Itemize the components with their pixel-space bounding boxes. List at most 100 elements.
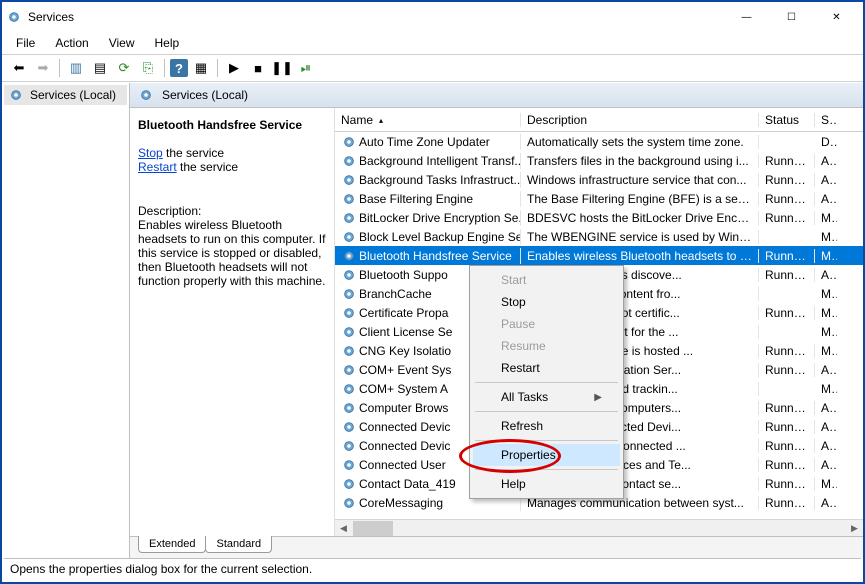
tab-standard[interactable]: Standard xyxy=(205,536,272,553)
menu-bar: File Action View Help xyxy=(2,32,863,54)
gear-icon xyxy=(138,87,154,103)
list-header: Name▴ Description Status Sta xyxy=(335,108,863,132)
service-name-cell: Block Level Backup Engine Se... xyxy=(359,230,521,244)
service-row[interactable]: Background Tasks Infrastruct...Windows i… xyxy=(335,170,863,189)
gear-icon xyxy=(341,134,357,150)
column-startup[interactable]: Sta xyxy=(815,113,837,127)
service-startup-cell: Au xyxy=(815,154,837,168)
pause-service-toolbar[interactable]: ❚❚ xyxy=(271,57,293,79)
horizontal-scrollbar[interactable]: ◀ ▶ xyxy=(335,519,863,536)
console-tree: Services (Local) xyxy=(2,83,130,558)
stop-service-toolbar[interactable]: ■ xyxy=(247,57,269,79)
gear-icon xyxy=(341,343,357,359)
stop-service-link[interactable]: Stop xyxy=(138,146,163,160)
refresh-toolbar-button[interactable]: ⟳ xyxy=(113,57,135,79)
menu-action[interactable]: Action xyxy=(47,34,96,52)
window-title: Services xyxy=(28,10,724,24)
service-row[interactable]: BitLocker Drive Encryption Se...BDESVC h… xyxy=(335,208,863,227)
gear-icon xyxy=(341,229,357,245)
service-name-cell: Background Intelligent Transf... xyxy=(359,154,521,168)
service-startup-cell: Di xyxy=(815,135,837,149)
ctx-start: Start xyxy=(473,269,620,291)
service-name-cell: CoreMessaging xyxy=(359,496,443,510)
service-name-cell: Auto Time Zone Updater xyxy=(359,135,490,149)
ctx-pause: Pause xyxy=(473,313,620,335)
help-topics-button[interactable]: ▦ xyxy=(190,57,212,79)
service-desc-cell: The Base Filtering Engine (BFE) is a ser… xyxy=(521,192,759,206)
back-button[interactable]: ⬅ xyxy=(8,57,30,79)
gear-icon xyxy=(341,210,357,226)
gear-icon xyxy=(341,267,357,283)
menu-file[interactable]: File xyxy=(8,34,43,52)
minimize-button[interactable]: — xyxy=(724,2,769,32)
service-startup-cell: Ma xyxy=(815,477,837,491)
export-list-button[interactable]: ⎘ xyxy=(137,57,159,79)
forward-button[interactable]: ➡ xyxy=(32,57,54,79)
service-startup-cell: Ma xyxy=(815,230,837,244)
ctx-help[interactable]: Help xyxy=(473,473,620,495)
service-name-cell: Client License Se xyxy=(359,325,452,339)
column-name[interactable]: Name▴ xyxy=(335,113,521,127)
service-name-cell: COM+ Event Sys xyxy=(359,363,451,377)
service-row[interactable]: Background Intelligent Transf...Transfer… xyxy=(335,151,863,170)
restart-suffix: the service xyxy=(177,160,238,174)
title-bar: Services — ☐ ✕ xyxy=(2,2,863,32)
context-menu: Start Stop Pause Resume Restart All Task… xyxy=(469,265,624,499)
service-startup-cell: Au xyxy=(815,268,837,282)
tab-extended[interactable]: Extended xyxy=(138,536,206,553)
gear-icon xyxy=(341,495,357,511)
maximize-button[interactable]: ☐ xyxy=(769,2,814,32)
gear-icon xyxy=(341,476,357,492)
gear-icon xyxy=(341,324,357,340)
service-startup-cell: Au xyxy=(815,439,837,453)
app-icon xyxy=(6,9,22,25)
ctx-all-tasks[interactable]: All Tasks▶ xyxy=(473,386,620,408)
service-status-cell: Running xyxy=(759,173,815,187)
service-name-cell: Bluetooth Suppo xyxy=(359,268,448,282)
service-desc-cell: Automatically sets the system time zone. xyxy=(521,135,759,149)
ctx-restart[interactable]: Restart xyxy=(473,357,620,379)
service-name-cell: Connected User xyxy=(359,458,446,472)
ctx-stop[interactable]: Stop xyxy=(473,291,620,313)
service-status-cell: Running xyxy=(759,154,815,168)
service-row[interactable]: Auto Time Zone Updater Automatically sets… xyxy=(335,132,863,151)
scroll-left-arrow[interactable]: ◀ xyxy=(335,520,352,537)
service-startup-cell: Ma xyxy=(815,287,837,301)
view-tabs: Extended Standard xyxy=(130,536,863,558)
service-status-cell: Running xyxy=(759,458,815,472)
properties-toolbar-button[interactable]: ▤ xyxy=(89,57,111,79)
service-row[interactable]: Base Filtering Engine The Base Filtering … xyxy=(335,189,863,208)
service-startup-cell: Ma xyxy=(815,325,837,339)
service-status-cell: Running xyxy=(759,211,815,225)
service-name-cell: Base Filtering Engine xyxy=(359,192,473,206)
ctx-refresh[interactable]: Refresh xyxy=(473,415,620,437)
service-status-cell: Running xyxy=(759,268,815,282)
menu-help[interactable]: Help xyxy=(147,34,188,52)
start-service-toolbar[interactable]: ▶ xyxy=(223,57,245,79)
gear-icon xyxy=(341,381,357,397)
scroll-thumb[interactable] xyxy=(353,521,393,536)
restart-service-toolbar[interactable]: ⏯ xyxy=(295,57,317,79)
service-row[interactable]: Block Level Backup Engine Se...The WBENG… xyxy=(335,227,863,246)
service-startup-cell: Au xyxy=(815,420,837,434)
restart-service-link[interactable]: Restart xyxy=(138,160,177,174)
service-status-cell: Running xyxy=(759,439,815,453)
ctx-properties[interactable]: Properties xyxy=(473,444,620,466)
service-status-cell: Running xyxy=(759,496,815,510)
service-row[interactable]: Bluetooth Handsfree ServiceEnables wirel… xyxy=(335,246,863,265)
gear-icon xyxy=(341,419,357,435)
column-description[interactable]: Description xyxy=(521,113,759,127)
close-button[interactable]: ✕ xyxy=(814,2,859,32)
menu-view[interactable]: View xyxy=(101,34,143,52)
service-status-cell: Running xyxy=(759,306,815,320)
gear-icon xyxy=(341,362,357,378)
tree-item-label: Services (Local) xyxy=(30,88,116,102)
help-toolbar-button[interactable]: ? xyxy=(170,59,188,77)
service-status-cell: Running xyxy=(759,477,815,491)
show-hide-tree-button[interactable]: ▥ xyxy=(65,57,87,79)
column-status[interactable]: Status xyxy=(759,113,815,127)
stop-suffix: the service xyxy=(163,146,224,160)
tree-item-services-local[interactable]: Services (Local) xyxy=(4,85,127,105)
gear-icon xyxy=(341,286,357,302)
scroll-right-arrow[interactable]: ▶ xyxy=(846,520,863,537)
